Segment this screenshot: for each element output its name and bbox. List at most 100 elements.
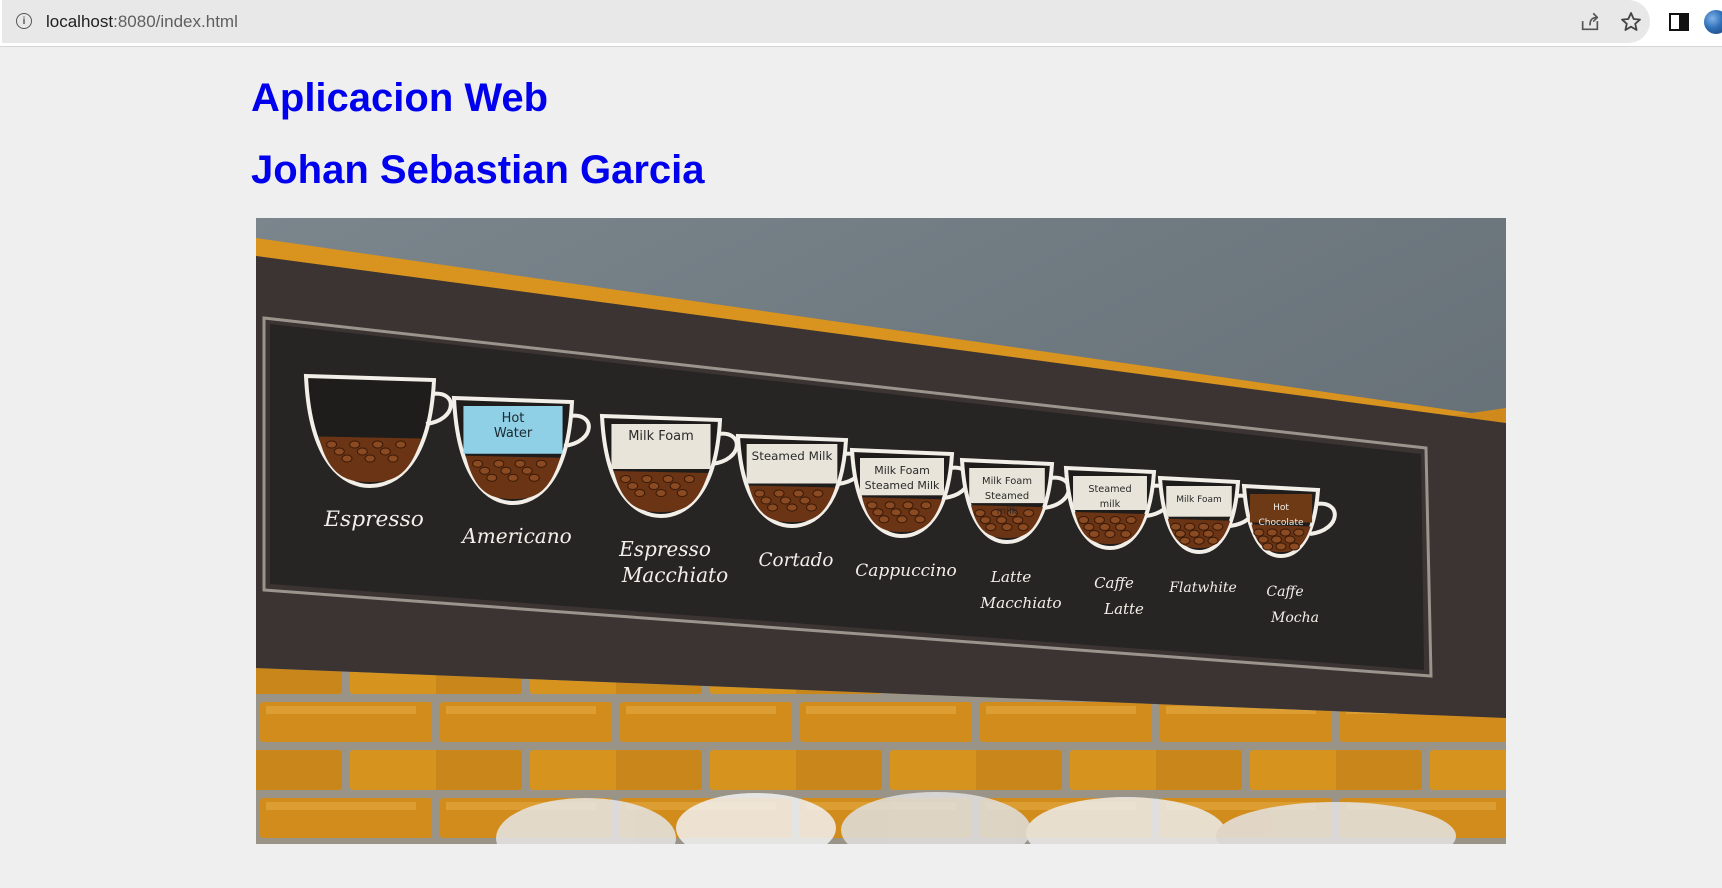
bean — [669, 482, 681, 490]
bean — [1279, 528, 1291, 537]
share-icon[interactable] — [1579, 11, 1601, 33]
profile-avatar[interactable] — [1704, 10, 1722, 34]
bean — [535, 459, 547, 468]
bean — [760, 496, 772, 505]
layer-label: Milk Foam — [982, 476, 1032, 487]
bean — [521, 466, 533, 475]
bean — [1120, 530, 1132, 538]
bean — [1012, 516, 1024, 525]
bean — [773, 489, 785, 498]
bean — [372, 440, 384, 449]
bean — [634, 489, 646, 497]
bean — [985, 523, 997, 532]
coffee-menu-photo: Espresso Hot Water Americano Milk Foam Espres… — [256, 218, 1506, 844]
drink-name: Espresso — [618, 537, 711, 561]
bean — [493, 459, 505, 468]
bean — [648, 482, 660, 490]
bean — [1179, 536, 1191, 545]
bean — [1023, 509, 1035, 518]
bean — [908, 508, 920, 517]
author-heading: Johan Sebastian Garcia — [251, 148, 705, 192]
page-title: Aplicacion Web — [251, 76, 549, 120]
bean — [333, 447, 345, 456]
bean — [472, 459, 484, 468]
layer-label: Hot — [502, 411, 525, 426]
bookmark-star-icon[interactable] — [1619, 10, 1643, 34]
bean — [914, 515, 926, 524]
bean — [1266, 528, 1278, 537]
drink-name-line2: Mocha — [1270, 610, 1319, 626]
bean — [780, 496, 792, 505]
bean — [1083, 523, 1095, 531]
bean — [655, 489, 667, 497]
bean — [872, 508, 884, 517]
bean — [1170, 522, 1182, 531]
bean — [1125, 516, 1137, 524]
bean — [1271, 535, 1283, 544]
bean — [974, 509, 986, 518]
layer-label: milk — [1100, 499, 1121, 510]
drink-name-line2: Latte — [1103, 600, 1144, 618]
bean — [1088, 530, 1100, 538]
bean — [890, 508, 902, 517]
bean — [507, 473, 519, 482]
bean — [1198, 522, 1210, 531]
bean — [627, 482, 639, 490]
bean — [767, 503, 779, 512]
drink-name: Cappuccino — [855, 561, 957, 581]
layer-label: Steamed — [985, 491, 1029, 502]
side-panel-icon[interactable] — [1668, 11, 1690, 33]
bean — [754, 489, 766, 498]
layer-label: Steamed Milk — [752, 449, 833, 463]
bean — [676, 489, 688, 497]
drink-name: Caffe — [1266, 584, 1303, 600]
bean — [1093, 516, 1105, 524]
drink-name-line2: Macchiato — [979, 594, 1061, 612]
drink-name: Caffe — [1094, 574, 1134, 592]
drink-name: Espresso — [323, 507, 424, 532]
bean — [979, 516, 991, 525]
bean — [620, 475, 632, 483]
bean — [902, 501, 914, 510]
bean — [1017, 523, 1029, 532]
bean — [662, 475, 674, 483]
bean — [866, 501, 878, 510]
bean — [1193, 536, 1205, 545]
bean — [500, 466, 512, 475]
url-host: localhost — [46, 12, 114, 31]
bean — [884, 501, 896, 510]
bean — [326, 440, 338, 449]
bean — [1275, 542, 1287, 551]
bean — [920, 501, 932, 510]
drink-name-line2: Macchiato — [621, 563, 728, 587]
bean — [786, 503, 798, 512]
coffee-menu-illustration: EspressoHotWaterAmericanoMilk FoamEspres… — [256, 218, 1506, 844]
bean — [792, 489, 804, 498]
layer-label: Steamed Milk — [865, 479, 940, 492]
bean — [641, 475, 653, 483]
bean — [812, 489, 824, 498]
layer-label: Milk Foam — [628, 429, 694, 444]
site-info-icon[interactable]: i — [16, 13, 32, 29]
layer-label: Milk Foam — [1176, 495, 1221, 505]
url-text[interactable]: localhost:8080/index.html — [46, 12, 238, 32]
drink-name: Cortado — [758, 550, 833, 571]
address-bar[interactable]: i localhost:8080/index.html — [2, 0, 1650, 43]
bean — [1253, 528, 1265, 537]
layer-label: Chocolate — [1258, 518, 1303, 528]
url-path: :8080/index.html — [113, 12, 238, 31]
bean — [395, 440, 407, 449]
bean — [799, 496, 811, 505]
bean — [364, 454, 376, 463]
bean — [683, 475, 695, 483]
drink-name: Latte — [990, 568, 1032, 586]
bean — [349, 440, 361, 449]
browser-toolbar: i localhost:8080/index.html — [0, 0, 1722, 47]
bean — [341, 454, 353, 463]
bean — [1115, 523, 1127, 531]
bean — [479, 466, 491, 475]
bean — [1104, 530, 1116, 538]
drink-name: Flatwhite — [1168, 580, 1237, 596]
drink-name: Americano — [460, 524, 572, 548]
bean — [1207, 536, 1219, 545]
